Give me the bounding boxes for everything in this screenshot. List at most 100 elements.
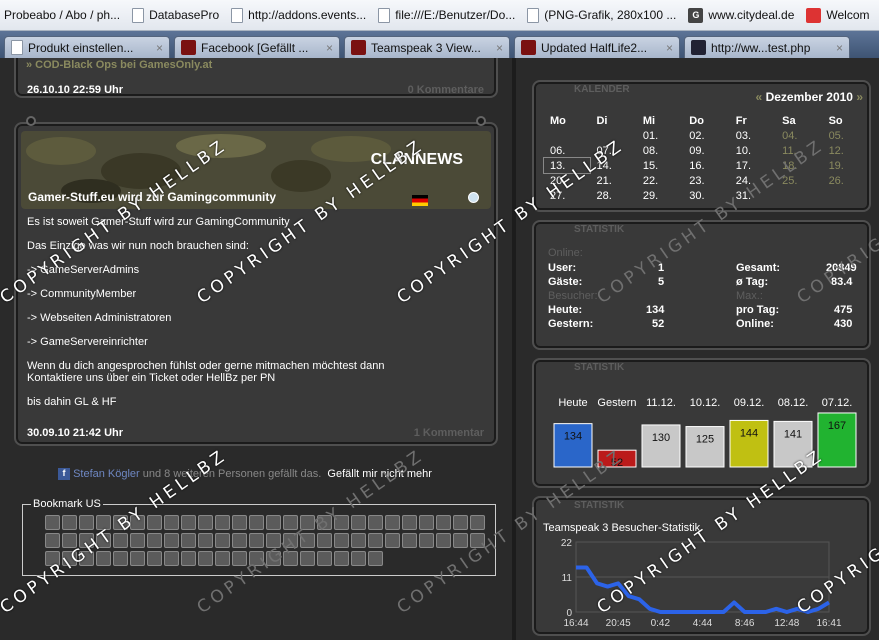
calendar-day[interactable]: 22. bbox=[637, 173, 683, 188]
bookmark-item[interactable]: Probeabo / Abo / ph... bbox=[0, 0, 128, 30]
tab-close-icon[interactable]: × bbox=[496, 41, 503, 55]
social-bookmark-icon[interactable] bbox=[317, 551, 332, 566]
magnifier-icon[interactable] bbox=[468, 192, 479, 203]
social-bookmark-icon[interactable] bbox=[334, 551, 349, 566]
social-bookmark-icon[interactable] bbox=[198, 515, 213, 530]
social-bookmark-icon[interactable] bbox=[232, 551, 247, 566]
social-bookmark-icon[interactable] bbox=[62, 533, 77, 548]
calendar-day[interactable]: 06. bbox=[544, 143, 590, 158]
social-bookmark-icon[interactable] bbox=[334, 515, 349, 530]
social-bookmark-icon[interactable] bbox=[283, 551, 298, 566]
social-bookmark-icon[interactable] bbox=[79, 551, 94, 566]
social-bookmark-icon[interactable] bbox=[368, 533, 383, 548]
social-bookmark-icon[interactable] bbox=[300, 515, 315, 530]
calendar-day[interactable]: 08. bbox=[637, 143, 683, 158]
social-bookmark-icon[interactable] bbox=[283, 515, 298, 530]
social-bookmark-icon[interactable] bbox=[198, 551, 213, 566]
calendar-day[interactable]: 07. bbox=[590, 143, 636, 158]
calendar-day[interactable]: 25. bbox=[776, 173, 822, 188]
tab-close-icon[interactable]: × bbox=[836, 41, 843, 55]
calendar-day[interactable]: 21. bbox=[590, 173, 636, 188]
browser-tab[interactable]: Produkt einstellen... × bbox=[4, 36, 170, 58]
social-bookmark-icon[interactable] bbox=[113, 551, 128, 566]
social-bookmark-icon[interactable] bbox=[164, 533, 179, 548]
calendar-day[interactable]: 18. bbox=[776, 158, 822, 173]
calendar-day[interactable]: 31. bbox=[730, 188, 776, 203]
social-bookmark-icon[interactable] bbox=[130, 533, 145, 548]
calendar-next-button[interactable]: » bbox=[856, 90, 863, 104]
calendar-day[interactable]: 03. bbox=[730, 128, 776, 143]
social-bookmark-icon[interactable] bbox=[470, 515, 485, 530]
social-bookmark-icon[interactable] bbox=[385, 515, 400, 530]
calendar-day[interactable]: 02. bbox=[683, 128, 729, 143]
social-bookmark-icon[interactable] bbox=[385, 533, 400, 548]
calendar-day[interactable]: 11. bbox=[776, 143, 822, 158]
social-bookmark-icon[interactable] bbox=[181, 515, 196, 530]
social-bookmark-icon[interactable] bbox=[300, 533, 315, 548]
calendar-prev-button[interactable]: « bbox=[756, 90, 763, 104]
social-bookmark-icon[interactable] bbox=[266, 551, 281, 566]
social-bookmark-icon[interactable] bbox=[249, 551, 264, 566]
social-bookmark-icon[interactable] bbox=[79, 515, 94, 530]
social-bookmark-icon[interactable] bbox=[147, 515, 162, 530]
bookmark-item[interactable]: Welcom bbox=[802, 0, 877, 30]
social-bookmark-icon[interactable] bbox=[147, 551, 162, 566]
bookmark-item[interactable]: DatabasePro bbox=[128, 0, 227, 30]
bookmark-item[interactable]: Gwww.citydeal.de bbox=[684, 0, 802, 30]
social-bookmark-icon[interactable] bbox=[402, 515, 417, 530]
social-bookmark-icon[interactable] bbox=[317, 515, 332, 530]
social-bookmark-icon[interactable] bbox=[181, 533, 196, 548]
browser-tab[interactable]: Teamspeak 3 View... × bbox=[344, 36, 510, 58]
social-bookmark-icon[interactable] bbox=[96, 533, 111, 548]
social-bookmark-icon[interactable] bbox=[181, 551, 196, 566]
social-bookmark-icon[interactable] bbox=[419, 515, 434, 530]
calendar-day[interactable]: 28. bbox=[590, 188, 636, 203]
calendar-day[interactable]: 05. bbox=[823, 128, 869, 143]
social-bookmark-icon[interactable] bbox=[368, 515, 383, 530]
social-bookmark-icon[interactable] bbox=[147, 533, 162, 548]
news-comments[interactable]: 1 Kommentar bbox=[414, 427, 484, 439]
social-bookmark-icon[interactable] bbox=[368, 551, 383, 566]
social-bookmark-icon[interactable] bbox=[249, 533, 264, 548]
social-bookmark-icon[interactable] bbox=[45, 533, 60, 548]
social-bookmark-icon[interactable] bbox=[232, 533, 247, 548]
news-title[interactable]: Gamer-Stuff.eu wird zur Gamingcommunity bbox=[28, 190, 276, 204]
previous-news-comments[interactable]: 0 Kommentare bbox=[408, 84, 484, 96]
social-bookmark-icon[interactable] bbox=[130, 515, 145, 530]
social-bookmark-icon[interactable] bbox=[96, 515, 111, 530]
social-bookmark-icon[interactable] bbox=[62, 551, 77, 566]
social-bookmark-icon[interactable] bbox=[351, 533, 366, 548]
calendar-day[interactable]: 30. bbox=[683, 188, 729, 203]
facebook-unlike-link[interactable]: Gefällt mir nicht mehr bbox=[327, 468, 432, 480]
calendar-day[interactable]: 12. bbox=[823, 143, 869, 158]
social-bookmark-icon[interactable] bbox=[215, 515, 230, 530]
social-bookmark-icon[interactable] bbox=[113, 515, 128, 530]
social-bookmark-icon[interactable] bbox=[402, 533, 417, 548]
social-bookmark-icon[interactable] bbox=[215, 551, 230, 566]
social-bookmark-icon[interactable] bbox=[419, 533, 434, 548]
calendar-day[interactable]: 14. bbox=[590, 158, 636, 173]
social-bookmark-icon[interactable] bbox=[249, 515, 264, 530]
social-bookmark-icon[interactable] bbox=[351, 551, 366, 566]
social-bookmark-icon[interactable] bbox=[164, 515, 179, 530]
social-bookmark-icon[interactable] bbox=[436, 515, 451, 530]
social-bookmark-icon[interactable] bbox=[453, 515, 468, 530]
browser-tab[interactable]: http://ww...test.php × bbox=[684, 36, 850, 58]
social-bookmark-icon[interactable] bbox=[79, 533, 94, 548]
social-bookmark-icon[interactable] bbox=[300, 551, 315, 566]
social-bookmark-icon[interactable] bbox=[351, 515, 366, 530]
social-bookmark-icon[interactable] bbox=[96, 551, 111, 566]
calendar-day[interactable]: 23. bbox=[683, 173, 729, 188]
calendar-day[interactable]: 29. bbox=[637, 188, 683, 203]
social-bookmark-icon[interactable] bbox=[453, 533, 468, 548]
calendar-day[interactable]: 04. bbox=[776, 128, 822, 143]
calendar-day[interactable]: 16. bbox=[683, 158, 729, 173]
tab-close-icon[interactable]: × bbox=[326, 41, 333, 55]
bookmark-item[interactable]: http://addons.events... bbox=[227, 0, 374, 30]
social-bookmark-icon[interactable] bbox=[334, 533, 349, 548]
tab-close-icon[interactable]: × bbox=[156, 41, 163, 55]
browser-tab[interactable]: Facebook [Gefällt ... × bbox=[174, 36, 340, 58]
social-bookmark-icon[interactable] bbox=[130, 551, 145, 566]
calendar-day[interactable]: 01. bbox=[637, 128, 683, 143]
social-bookmark-icon[interactable] bbox=[266, 515, 281, 530]
